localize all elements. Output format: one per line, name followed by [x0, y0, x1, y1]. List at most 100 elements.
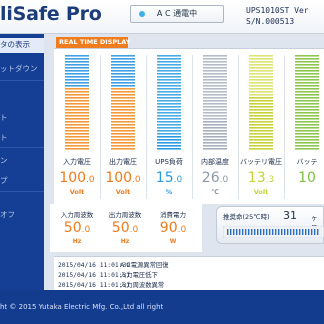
- meter-stripe: [295, 136, 319, 138]
- model-name: UPS1010ST Ver: [246, 6, 309, 15]
- meter-stripe: [111, 55, 135, 57]
- meter-stripe: [295, 76, 319, 78]
- sidebar-item-6[interactable]: プ: [0, 174, 8, 188]
- sidebar-item-3[interactable]: ト: [0, 111, 8, 125]
- device-info: UPS1010ST Ver S/N.000513: [246, 5, 309, 27]
- meter-stripe: [203, 91, 227, 93]
- meter-stripe: [157, 142, 181, 144]
- meter-stripe: [111, 136, 135, 138]
- meter-stripe: [203, 145, 227, 147]
- meter-stripe: [249, 133, 273, 135]
- meter-stripe: [203, 82, 227, 84]
- meter-stripe: [295, 115, 319, 117]
- meter-stripe: [203, 55, 227, 57]
- battery-voltage-label: バッテリ電圧: [240, 158, 282, 166]
- meter-stripe: [203, 133, 227, 135]
- meter-stripe: [111, 76, 135, 78]
- battery-life-label: 推奨命(25℃時): [223, 213, 270, 221]
- meter-stripe: [157, 145, 181, 147]
- meter-stripe: [249, 136, 273, 138]
- sidebar-item-4[interactable]: ト: [0, 131, 8, 145]
- meter-stripe: [203, 142, 227, 144]
- meter-stripe: [203, 79, 227, 81]
- meter-stripe: [111, 133, 135, 135]
- meter-stripe: [203, 88, 227, 90]
- meter-stripe: [203, 67, 227, 69]
- meter-stripe: [157, 130, 181, 132]
- copyright-text: ht © 2015 Yutaka Electric Mfg. Co.,Ltd a…: [0, 303, 164, 311]
- meter-stripe: [249, 100, 273, 102]
- gauge-tick: [248, 229, 250, 235]
- meter-stripe: [157, 127, 181, 129]
- output-voltage-label: 出力電圧: [109, 158, 137, 166]
- output-frequency-value: 50.0: [111, 220, 139, 236]
- battery-life-panel: 推奨命(25℃時) 31 ヶ月: [216, 206, 324, 244]
- meter-stripe: [249, 145, 273, 147]
- meter-stripe: [295, 70, 319, 72]
- gauge-tick: [257, 229, 259, 235]
- meter-stripe: [65, 91, 89, 93]
- meter-stripe: [111, 106, 135, 108]
- meter-stripe: [203, 64, 227, 66]
- gauge-tick: [254, 229, 256, 235]
- internal-temp-label: 内部温度: [201, 158, 229, 166]
- sidebar-item-5[interactable]: ン: [0, 154, 8, 168]
- meter-stripe: [249, 76, 273, 78]
- meter-stripe: [295, 133, 319, 135]
- meter-stripe: [111, 73, 135, 75]
- battery-voltage-bar: [249, 55, 273, 150]
- output-voltage-bar: [111, 55, 135, 150]
- battery-life-value: 31: [283, 209, 297, 222]
- gauge-tick: [269, 229, 271, 235]
- serial-number: S/N.000513: [246, 17, 295, 26]
- meter-stripe: [65, 103, 89, 105]
- meter-stripe: [249, 70, 273, 72]
- sidebar-item-shutdown[interactable]: ットダウン: [0, 62, 38, 76]
- meter-stripe: [111, 148, 135, 150]
- meter-stripe: [203, 97, 227, 99]
- sidebar-item-monitor[interactable]: タの表示: [0, 38, 30, 52]
- frequency-power-panel: 入力周波数 50.0 Hz 出力周波数 50.0 Hz 消費電力 90.0 W: [50, 204, 202, 252]
- meter-stripe: [157, 70, 181, 72]
- meter-stripe: [65, 115, 89, 117]
- output-frequency-unit: Hz: [120, 238, 130, 245]
- event-log[interactable]: 2015/04/16 11:01:39A C電源異常回復 2015/04/16 …: [54, 256, 324, 290]
- gauge-tick: [290, 229, 292, 235]
- meter-stripe: [65, 85, 89, 87]
- meter-stripe: [65, 58, 89, 60]
- meter-stripe: [157, 85, 181, 87]
- meter-stripe: [295, 97, 319, 99]
- meter-stripe: [157, 139, 181, 141]
- meter-stripe: [295, 127, 319, 129]
- meter-stripe: [203, 106, 227, 108]
- meter-stripe: [203, 73, 227, 75]
- meter-stripe: [249, 58, 273, 60]
- meter-stripe: [65, 100, 89, 102]
- meter-stripe: [249, 73, 273, 75]
- meter-stripe: [65, 67, 89, 69]
- meter-stripe: [249, 103, 273, 105]
- meter-stripe: [249, 106, 273, 108]
- input-voltage-value: 100.0: [59, 170, 95, 186]
- internal-temp-value: 26.0: [201, 170, 229, 186]
- meter-stripe: [157, 148, 181, 150]
- gauge-tick: [266, 229, 268, 235]
- meter-stripe: [157, 67, 181, 69]
- sidebar-item-7[interactable]: オフ: [0, 208, 15, 222]
- gauge-tick: [317, 229, 319, 235]
- gauge-tick: [260, 229, 262, 235]
- meter-stripe: [249, 109, 273, 111]
- meter-stripe: [295, 79, 319, 81]
- gauge-tick: [233, 229, 235, 235]
- meter-stripe: [157, 124, 181, 126]
- gauge-tick: [227, 229, 229, 235]
- gauge-tick: [236, 229, 238, 235]
- meter-stripe: [157, 94, 181, 96]
- meter-stripe: [111, 142, 135, 144]
- meter-stripe: [65, 136, 89, 138]
- power-consumption-value: 90.0: [159, 220, 187, 236]
- power-mode-indicator: A C 通電中: [130, 5, 224, 23]
- meter-stripe: [249, 55, 273, 57]
- meter-stripe: [203, 61, 227, 63]
- gauge-tick: [263, 229, 265, 235]
